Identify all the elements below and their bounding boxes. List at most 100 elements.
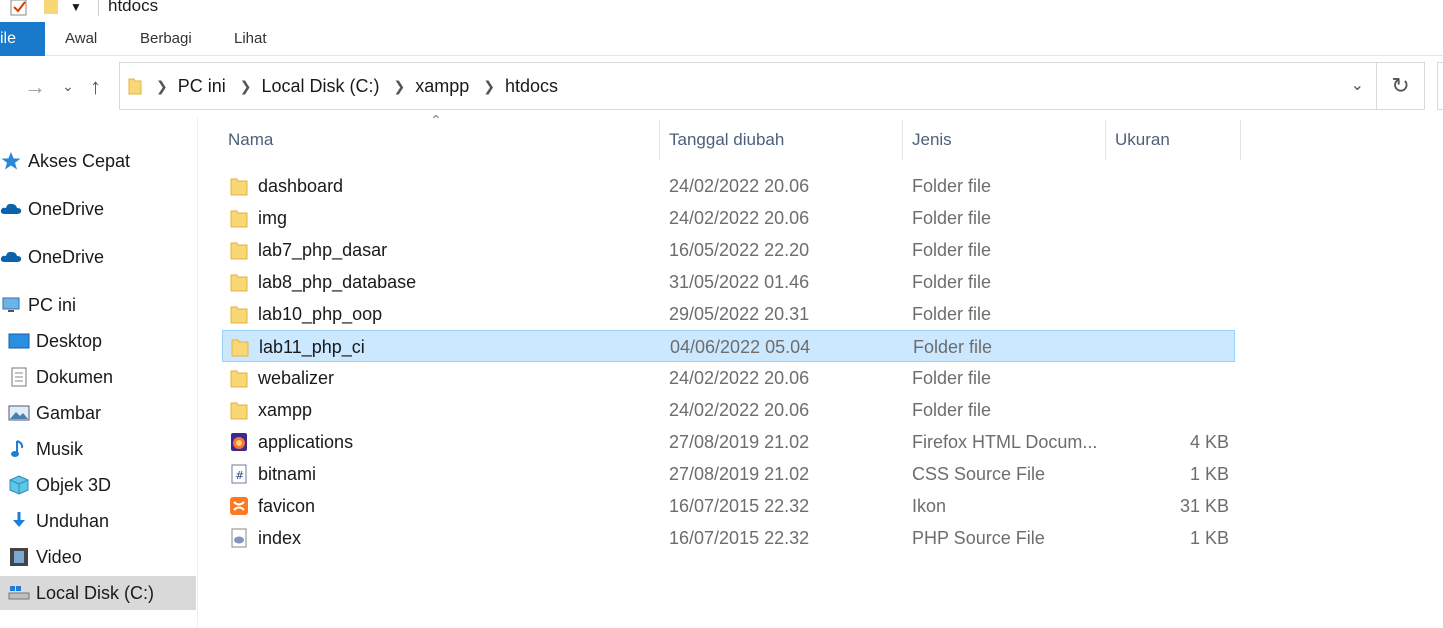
search-box[interactable] [1437,62,1443,110]
file-type: Folder file [912,368,992,388]
file-date: 24/02/2022 20.06 [669,176,810,196]
properties-icon[interactable] [10,0,28,16]
chevron-right-icon[interactable]: ❯ [394,78,406,95]
forward-arrow-icon[interactable]: → [24,74,46,100]
quick-access-dropdown-icon[interactable]: ▼ [70,0,82,14]
file-date: 31/05/2022 01.46 [669,272,810,292]
sidebar-item-label: Desktop [36,330,103,351]
file-name: applications [258,432,354,452]
sidebar-item-unduhan[interactable]: Unduhan [0,504,196,538]
sidebar-item-label: Musik [36,438,84,459]
address-bar[interactable]: ❯ PC ini ❯ Local Disk (C:) ❯ xampp ❯ htd… [119,62,1377,110]
star-icon [1,152,21,170]
file-size: 31 KB [1179,496,1229,516]
sidebar-item-akses-cepat[interactable]: Akses Cepat [0,144,196,178]
file-row[interactable]: index 16/07/2015 22.32 PHP Source File 1 KB [222,522,1235,554]
file-date: 16/05/2022 22.20 [669,240,810,260]
file-date: 29/05/2022 20.31 [669,304,810,324]
divider [98,0,99,16]
file-row[interactable]: applications 27/08/2019 21.02 Firefox HTML… [222,426,1235,458]
navigation-pane: Akses Cepat OneDrive OneDrive PC ini Des… [0,118,198,628]
column-divider[interactable] [1240,120,1241,160]
sidebar-item-onedrive[interactable]: OneDrive [0,192,196,226]
breadcrumb-xampp[interactable]: xampp [415,76,469,97]
file-row[interactable]: lab10_php_oop 29/05/2022 20.31 Folder file [222,298,1235,330]
sidebar-item-gambar[interactable]: Gambar [0,396,196,430]
file-date: 16/07/2015 22.32 [669,496,810,516]
cloud-icon [0,251,22,262]
file-row[interactable]: # bitnami 27/08/2019 21.02 CSS Source File 1… [222,458,1235,490]
breadcrumb-local-disk[interactable]: Local Disk (C:) [261,76,379,97]
folder-icon [230,370,248,388]
file-name: lab10_php_oop [258,304,383,324]
tab-berbagi[interactable]: Berbagi [140,22,192,56]
file-row[interactable]: webalizer 24/02/2022 20.06 Folder file [222,362,1235,394]
column-divider[interactable] [659,120,660,160]
file-row[interactable]: favicon 16/07/2015 22.32 Ikon 31 KB [222,490,1235,522]
sidebar-item-label: Dokumen [36,366,114,387]
tab-file[interactable]: ile [0,22,45,56]
file-type: Folder file [912,240,992,260]
column-divider[interactable] [902,120,903,160]
file-row[interactable]: lab11_php_ci 04/06/2022 05.04 Folder file [222,330,1235,362]
tab-lihat[interactable]: Lihat [234,22,267,56]
file-row[interactable]: img 24/02/2022 20.06 Folder file [222,202,1235,234]
column-header-size[interactable]: Ukuran [1115,120,1170,160]
sidebar-item-label: Video [36,546,82,567]
file-row[interactable]: xampp 24/02/2022 20.06 Folder file [222,394,1235,426]
file-size: 1 KB [1189,464,1229,484]
chevron-down-icon[interactable]: ⌄ [1351,75,1364,95]
folder-icon [230,178,248,196]
file-row[interactable]: lab7_php_dasar 16/05/2022 22.20 Folder fil… [222,234,1235,266]
file-row[interactable]: lab8_php_database 31/05/2022 01.46 Folder … [222,266,1235,298]
column-header-type[interactable]: Jenis [912,120,952,160]
breadcrumb-htdocs[interactable]: htdocs [505,76,558,97]
file-type: Folder file [912,208,992,228]
sort-ascending-icon: ⌃ [430,112,442,128]
column-header-name[interactable]: Nama [228,120,273,160]
sidebar-item-label: Objek 3D [36,474,112,495]
window-title: htdocs [108,0,159,15]
file-type: Ikon [912,496,947,516]
download-icon [13,512,25,527]
file-type: Firefox HTML Docum... [912,432,1098,452]
new-folder-icon[interactable] [44,0,58,14]
chevron-right-icon[interactable]: ❯ [483,78,495,95]
chevron-right-icon[interactable]: ❯ [156,78,168,95]
tab-awal[interactable]: Awal [65,22,97,56]
column-divider[interactable] [1105,120,1106,160]
computer-icon [2,297,20,312]
sidebar-item-label: PC ini [28,294,77,315]
file-date: 16/07/2015 22.32 [669,528,810,548]
file-type: Folder file [912,304,992,324]
sidebar-item-local-disk[interactable]: Local Disk (C:) [0,576,196,610]
desktop-icon [8,333,30,349]
file-name: lab7_php_dasar [258,240,388,260]
cube-icon [9,475,29,495]
sidebar-item-pc-ini[interactable]: PC ini [0,288,196,322]
file-date: 04/06/2022 05.04 [670,337,811,357]
column-header-date[interactable]: Tanggal diubah [669,120,784,160]
file-type: PHP Source File [912,528,1045,548]
document-icon [11,367,27,387]
sidebar-item-musik[interactable]: Musik [0,432,196,466]
sidebar-item-label: Unduhan [36,510,110,531]
folder-icon [230,306,248,324]
sidebar-item-dokumen[interactable]: Dokumen [0,360,196,394]
recent-locations-chevron-icon[interactable]: ⌄ [62,78,74,95]
sidebar-item-desktop[interactable]: Desktop [0,324,196,358]
folder-icon [231,339,249,357]
xampp-icon [230,497,248,515]
chevron-right-icon[interactable]: ❯ [240,78,252,95]
file-name: favicon [258,496,316,516]
refresh-button[interactable]: ↻ [1377,62,1425,110]
sidebar-item-video[interactable]: Video [0,540,196,574]
file-name: lab8_php_database [258,272,417,292]
sidebar-item-label: OneDrive [28,198,105,219]
breadcrumb-pc[interactable]: PC ini [178,76,226,97]
refresh-icon: ↻ [1391,73,1410,98]
up-arrow-icon[interactable]: ↑ [90,74,101,100]
file-row[interactable]: dashboard 24/02/2022 20.06 Folder file [222,170,1235,202]
sidebar-item-objek-3d[interactable]: Objek 3D [0,468,196,502]
sidebar-item-onedrive-2[interactable]: OneDrive [0,240,196,274]
